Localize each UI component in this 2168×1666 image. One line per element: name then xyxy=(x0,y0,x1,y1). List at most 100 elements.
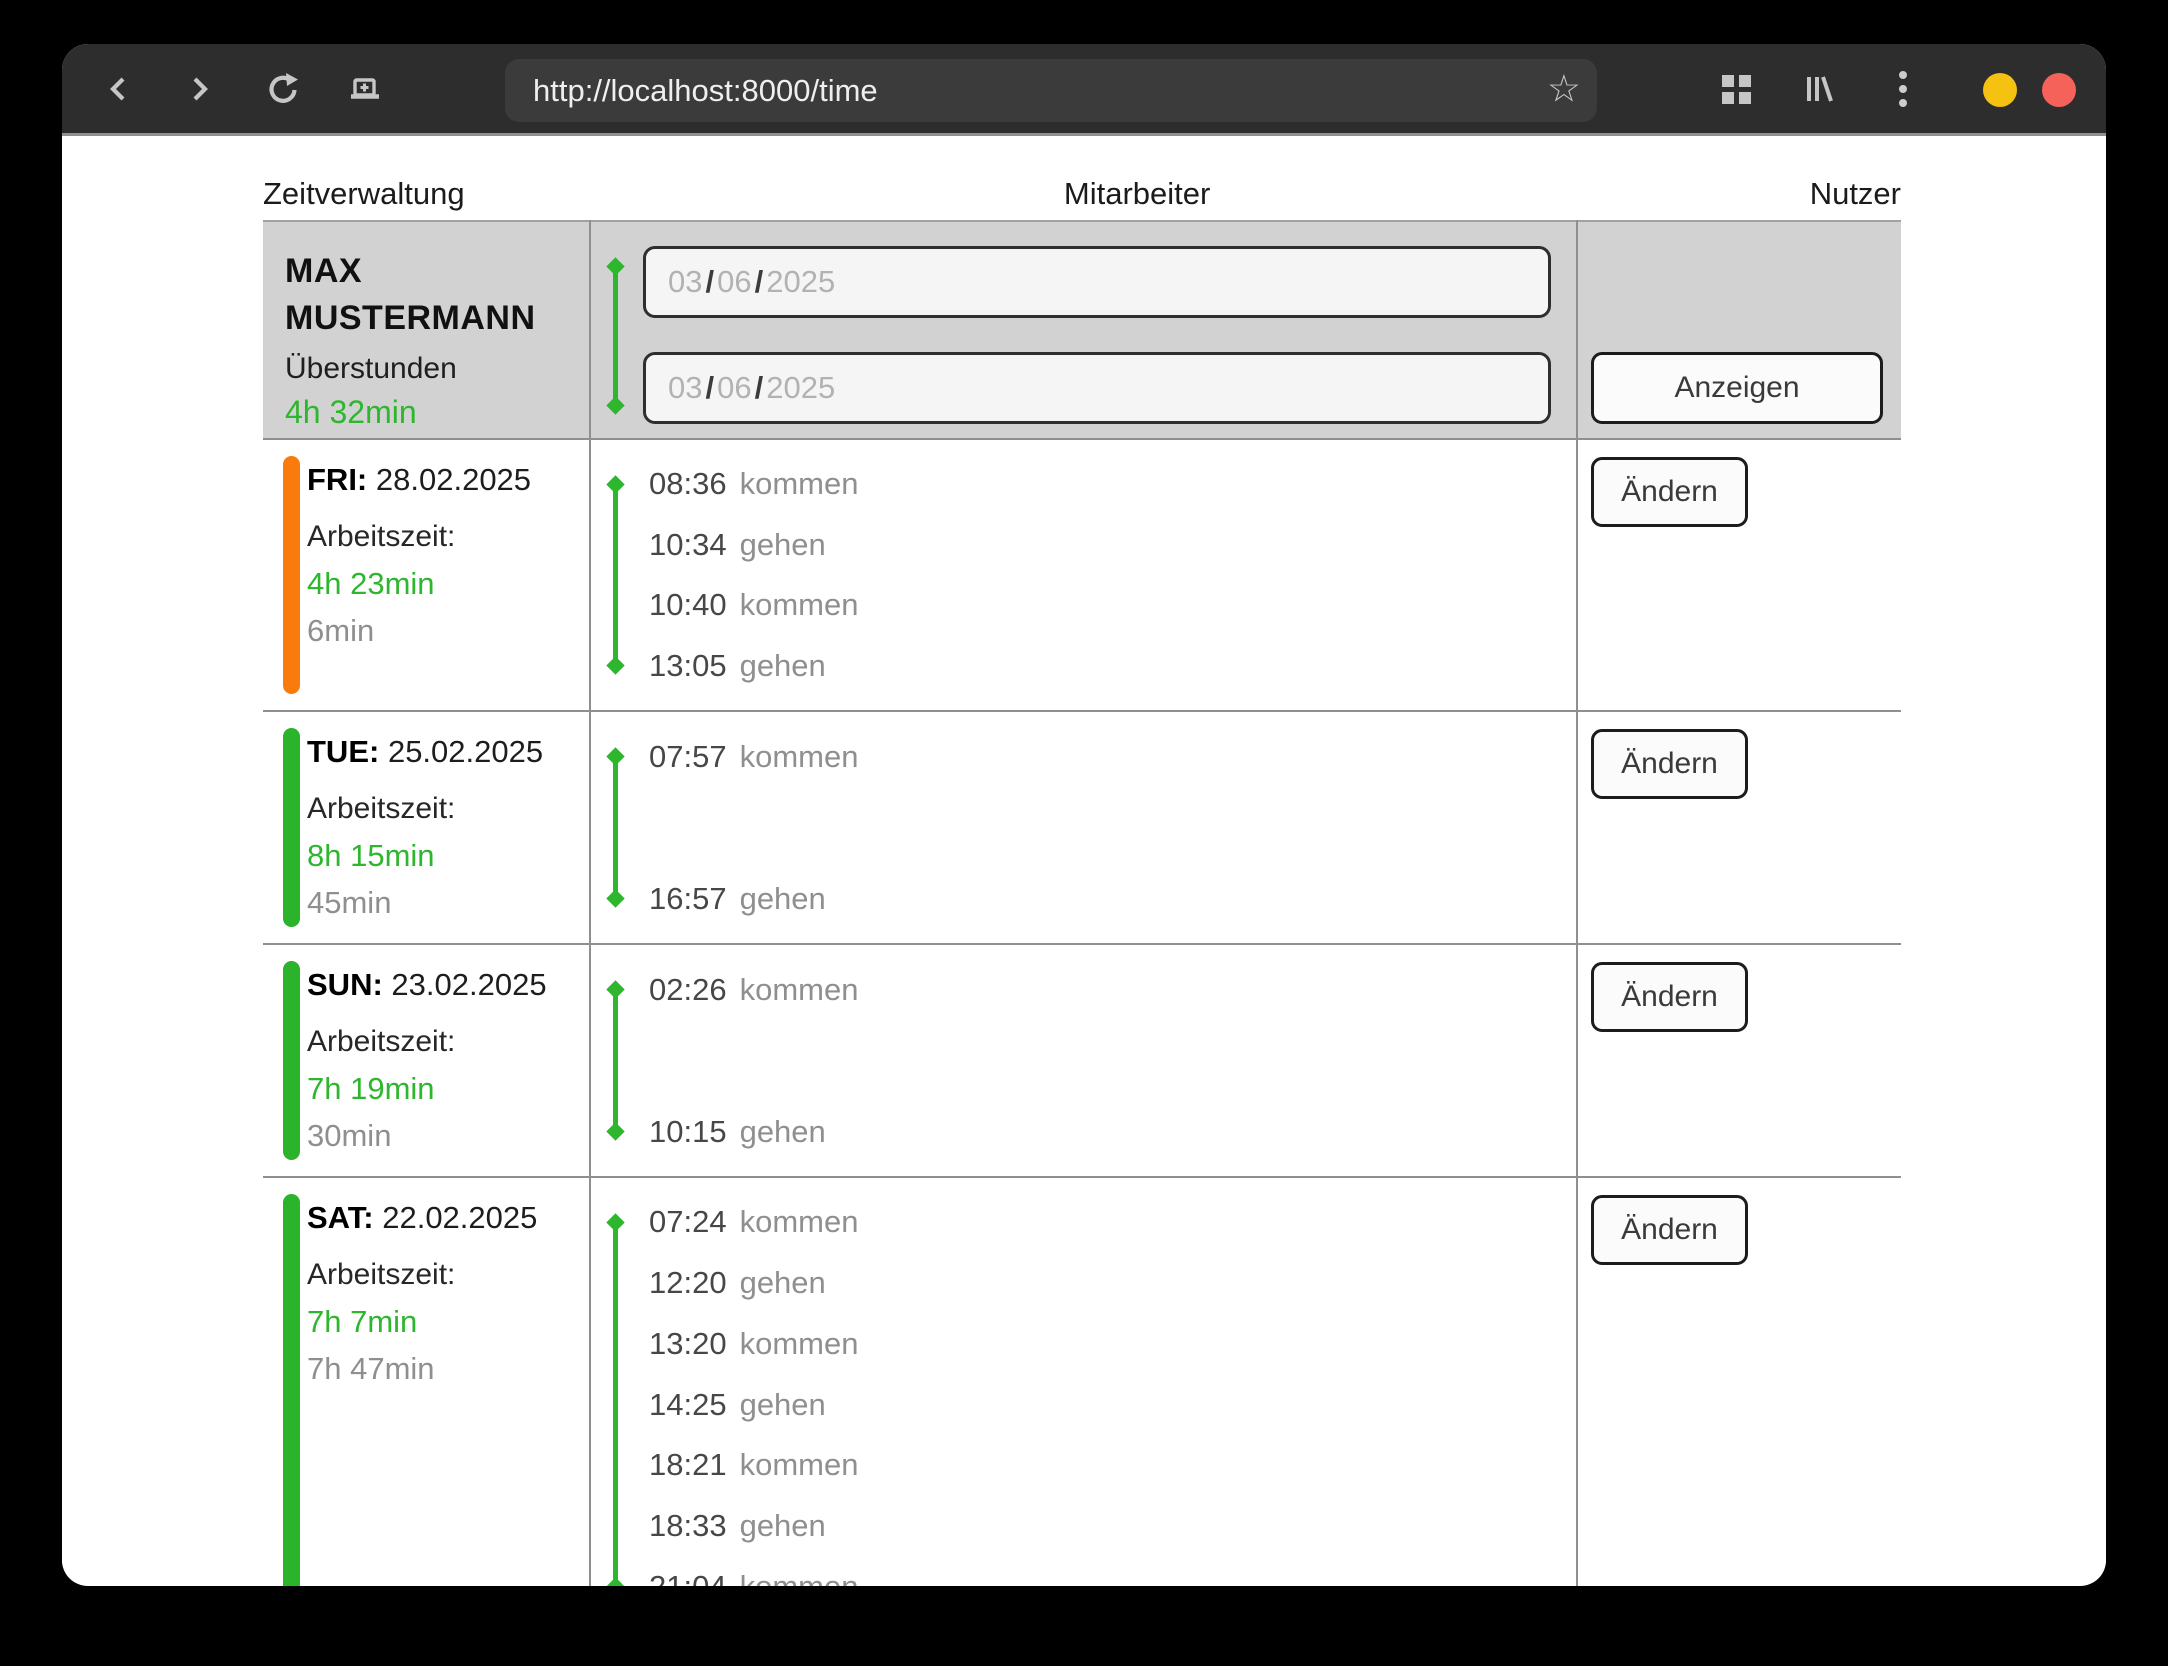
entry-time: 13:05 xyxy=(649,648,727,684)
entry-time: 07:57 xyxy=(649,739,727,775)
forward-button[interactable] xyxy=(168,58,230,120)
time-entry: 13:05 gehen xyxy=(649,636,1576,697)
entry-type: gehen xyxy=(740,648,826,684)
date-label: 28.02.2025 xyxy=(376,462,531,497)
worktime-label: Arbeitszeit: xyxy=(307,1025,589,1059)
entry-time: 10:40 xyxy=(649,587,727,623)
library-books-icon xyxy=(1802,72,1836,106)
time-entry: 07:24 kommen xyxy=(649,1192,1576,1253)
worktime-extra-value: 7h 47min xyxy=(307,1351,589,1387)
date-to-input[interactable]: 03/06/2025 xyxy=(643,352,1551,424)
time-entry: 07:57 kommen xyxy=(649,726,1576,787)
column-divider xyxy=(1576,220,1578,1586)
aendern-button[interactable]: Ändern xyxy=(1591,1195,1748,1265)
time-entries: 07:24 kommen 12:20 gehen 13:20 kommen 14… xyxy=(649,1192,1576,1586)
new-tab-icon xyxy=(347,71,383,107)
overtime-label: Überstunden xyxy=(285,352,563,386)
time-table: MAX MUSTERMANN Überstunden 4h 32min 03/0… xyxy=(263,220,1901,1586)
aendern-button[interactable]: Ändern xyxy=(1591,729,1748,799)
entry-type: kommen xyxy=(740,587,859,623)
worktime-value: 7h 19min xyxy=(307,1071,589,1107)
weekday-label: FRI: xyxy=(307,462,367,497)
worktime-value: 4h 23min xyxy=(307,566,589,602)
entry-type: kommen xyxy=(740,1447,859,1483)
time-entry: 10:40 kommen xyxy=(649,575,1576,636)
weekday-label: SAT: xyxy=(307,1200,374,1235)
time-entry: 21:04 kommen xyxy=(649,1556,1576,1586)
time-entry: 16:57 gehen xyxy=(649,868,1576,929)
entry-time: 21:04 xyxy=(649,1569,727,1586)
anzeigen-button[interactable]: Anzeigen xyxy=(1591,352,1883,424)
employee-name: MAX MUSTERMANN xyxy=(285,248,545,342)
worktime-label: Arbeitszeit: xyxy=(307,520,589,554)
entry-time: 14:25 xyxy=(649,1387,727,1423)
time-entry: 13:20 kommen xyxy=(649,1313,1576,1374)
day-status-bar xyxy=(283,456,300,694)
main-nav: Zeitverwaltung Mitarbeiter Nutzer xyxy=(62,136,2106,216)
url-text[interactable]: http://localhost:8000/time xyxy=(505,73,878,109)
worktime-label: Arbeitszeit: xyxy=(307,792,589,826)
entry-type: gehen xyxy=(740,1114,826,1150)
date-label: 25.02.2025 xyxy=(388,734,543,769)
kebab-icon xyxy=(1899,65,1907,113)
day-status-bar xyxy=(283,1194,300,1586)
date-separator: / xyxy=(755,370,764,406)
time-entry: 18:21 kommen xyxy=(649,1435,1576,1496)
time-entries: 07:57 kommen 16:57 gehen xyxy=(649,726,1576,929)
nav-item-zeitverwaltung[interactable]: Zeitverwaltung xyxy=(263,176,465,212)
menu-kebab-button[interactable] xyxy=(1872,58,1934,120)
time-entries: 02:26 kommen 10:15 gehen xyxy=(649,959,1576,1162)
back-button[interactable] xyxy=(88,58,150,120)
day-timeline xyxy=(609,756,622,899)
entry-time: 18:33 xyxy=(649,1508,727,1544)
apps-grid-icon xyxy=(1722,75,1751,104)
entry-type: gehen xyxy=(740,881,826,917)
entry-type: kommen xyxy=(740,1569,859,1586)
day-title: SAT: 22.02.2025 xyxy=(307,1200,589,1236)
reload-button[interactable] xyxy=(252,58,314,120)
bookmark-star-icon[interactable]: ☆ xyxy=(1547,70,1581,108)
entry-time: 10:34 xyxy=(649,527,727,563)
weekday-label: TUE: xyxy=(307,734,379,769)
entry-type: gehen xyxy=(740,1387,826,1423)
minimize-button[interactable] xyxy=(1983,73,2017,107)
nav-item-mitarbeiter[interactable]: Mitarbeiter xyxy=(1064,176,1210,212)
close-button[interactable] xyxy=(2042,73,2076,107)
time-entry: 02:26 kommen xyxy=(649,959,1576,1020)
url-bar[interactable]: http://localhost:8000/time ☆ xyxy=(505,59,1597,122)
entry-type: gehen xyxy=(740,1265,826,1301)
day-title: SUN: 23.02.2025 xyxy=(307,967,589,1003)
entry-type: gehen xyxy=(740,527,826,563)
day-timeline xyxy=(609,1222,622,1586)
time-entry: 10:15 gehen xyxy=(649,1101,1576,1162)
entry-type: kommen xyxy=(740,466,859,502)
day-rows: FRI: 28.02.2025 Arbeitszeit: 4h 23min 6m… xyxy=(263,440,1901,1586)
date-from-input[interactable]: 03/06/2025 xyxy=(643,246,1551,318)
library-button[interactable] xyxy=(1788,58,1850,120)
entry-time: 12:20 xyxy=(649,1265,727,1301)
entry-time: 18:21 xyxy=(649,1447,727,1483)
chevron-right-icon xyxy=(182,72,216,106)
entry-type: kommen xyxy=(740,1326,859,1362)
day-row: SAT: 22.02.2025 Arbeitszeit: 7h 7min 7h … xyxy=(263,1178,1901,1586)
summary-row: MAX MUSTERMANN Überstunden 4h 32min 03/0… xyxy=(263,220,1901,440)
aendern-button[interactable]: Ändern xyxy=(1591,457,1748,527)
time-entries: 08:36 kommen 10:34 gehen 10:40 kommen 13… xyxy=(649,454,1576,696)
day-title: FRI: 28.02.2025 xyxy=(307,462,589,498)
date-separator: / xyxy=(705,264,714,300)
aendern-button[interactable]: Ändern xyxy=(1591,962,1748,1032)
nav-item-nutzer[interactable]: Nutzer xyxy=(1810,176,1901,212)
entry-type: kommen xyxy=(740,972,859,1008)
day-status-bar xyxy=(283,961,300,1160)
browser-window: http://localhost:8000/time ☆ Zeitverwalt… xyxy=(62,44,2106,1586)
day-timeline xyxy=(609,484,622,666)
date-range-arrow xyxy=(609,266,622,406)
date-separator: / xyxy=(755,264,764,300)
worktime-value: 8h 15min xyxy=(307,838,589,874)
date-separator: / xyxy=(705,370,714,406)
entry-type: kommen xyxy=(740,1204,859,1240)
apps-grid-button[interactable] xyxy=(1705,58,1767,120)
time-entry: 18:33 gehen xyxy=(649,1496,1576,1557)
new-tab-button[interactable] xyxy=(334,58,396,120)
overtime-value: 4h 32min xyxy=(285,394,563,431)
